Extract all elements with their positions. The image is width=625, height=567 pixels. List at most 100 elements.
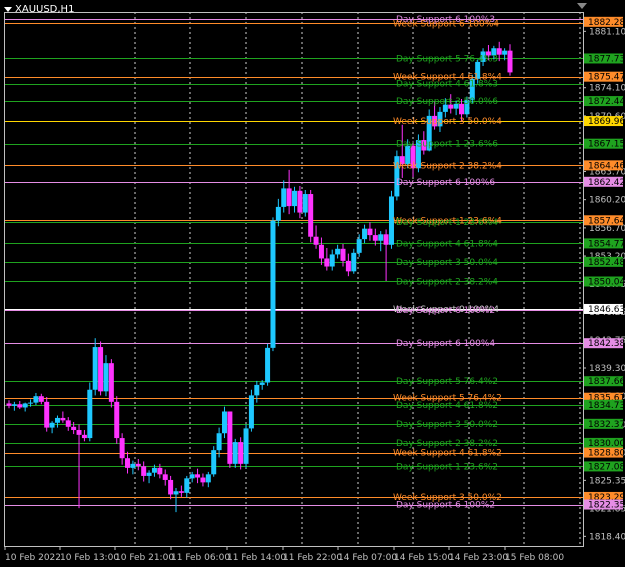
candle[interactable] — [135, 459, 141, 471]
candle[interactable] — [362, 224, 368, 244]
candle[interactable] — [49, 421, 55, 434]
candle-body[interactable] — [28, 402, 34, 404]
candle-body[interactable] — [200, 477, 206, 483]
candle[interactable] — [324, 247, 330, 271]
candle-body[interactable] — [297, 190, 303, 213]
candle[interactable] — [254, 380, 260, 403]
candle[interactable] — [11, 401, 17, 411]
candle-body[interactable] — [81, 434, 87, 439]
candle[interactable] — [227, 411, 233, 468]
price-chart[interactable]: Day Support 6 100%3Week Support 6 100%4D… — [0, 0, 625, 567]
candle[interactable] — [292, 186, 298, 213]
candle[interactable] — [146, 470, 152, 484]
candle[interactable] — [38, 393, 44, 405]
candle-body[interactable] — [372, 235, 378, 241]
candle-body[interactable] — [162, 474, 168, 480]
candle-body[interactable] — [17, 404, 23, 408]
candle[interactable] — [87, 382, 93, 442]
candle-body[interactable] — [356, 239, 362, 253]
candle[interactable] — [378, 231, 384, 252]
candle-body[interactable] — [11, 404, 17, 406]
candle-body[interactable] — [351, 252, 357, 272]
candle[interactable] — [108, 359, 114, 408]
candle-body[interactable] — [60, 417, 66, 421]
candle[interactable] — [71, 421, 77, 435]
candle-body[interactable] — [98, 347, 104, 392]
candle[interactable] — [248, 389, 254, 432]
candle-body[interactable] — [49, 422, 55, 428]
candle-body[interactable] — [151, 467, 157, 473]
candle-body[interactable] — [205, 474, 211, 483]
time-axis[interactable]: 10 Feb 202210 Feb 13:0010 Feb 21:0011 Fe… — [4, 546, 564, 563]
candle-body[interactable] — [54, 417, 60, 423]
candle-body[interactable] — [286, 188, 292, 207]
candle[interactable] — [33, 392, 39, 406]
candle-body[interactable] — [38, 396, 44, 402]
candle-body[interactable] — [130, 463, 136, 468]
candle[interactable] — [6, 400, 12, 409]
candle[interactable] — [238, 437, 244, 470]
candle-body[interactable] — [308, 194, 314, 237]
candle-body[interactable] — [507, 50, 513, 73]
candle-body[interactable] — [270, 220, 276, 348]
candle[interactable] — [103, 355, 109, 397]
candle-body[interactable] — [345, 260, 351, 272]
candle-body[interactable] — [87, 389, 93, 439]
candle[interactable] — [313, 225, 319, 249]
candle[interactable] — [265, 343, 271, 386]
candle-body[interactable] — [65, 420, 71, 427]
candle[interactable] — [507, 44, 513, 76]
candle-body[interactable] — [125, 458, 131, 468]
candle-body[interactable] — [119, 438, 125, 459]
candle[interactable] — [270, 217, 276, 352]
candle-body[interactable] — [76, 430, 82, 435]
candle-body[interactable] — [367, 228, 373, 236]
candle-body[interactable] — [502, 50, 508, 55]
candle[interactable] — [308, 190, 314, 243]
candle[interactable] — [394, 150, 400, 201]
candle[interactable] — [335, 244, 341, 259]
candle-body[interactable] — [114, 401, 120, 439]
candle-body[interactable] — [135, 463, 141, 467]
candle-body[interactable] — [92, 347, 98, 390]
chart-shift-triangle-icon[interactable] — [577, 3, 587, 9]
candle-body[interactable] — [6, 403, 12, 406]
candle-body[interactable] — [195, 474, 201, 478]
candle-body[interactable] — [313, 236, 319, 245]
candle[interactable] — [141, 461, 147, 482]
candle-body[interactable] — [302, 194, 308, 213]
candle-body[interactable] — [281, 188, 287, 207]
candle[interactable] — [318, 237, 324, 265]
candle-body[interactable] — [22, 403, 28, 408]
candle[interactable] — [351, 248, 357, 274]
candle[interactable] — [200, 473, 206, 487]
candle[interactable] — [243, 424, 249, 468]
candle-body[interactable] — [184, 478, 190, 493]
candle-body[interactable] — [168, 479, 174, 495]
candle[interactable] — [125, 451, 131, 474]
candle[interactable] — [119, 433, 125, 465]
candle-body[interactable] — [275, 206, 281, 221]
candle[interactable] — [281, 180, 287, 213]
candle-body[interactable] — [33, 396, 39, 403]
candle[interactable] — [114, 396, 120, 444]
candle-body[interactable] — [259, 382, 265, 385]
candle-body[interactable] — [243, 428, 249, 464]
candle-body[interactable] — [318, 244, 324, 259]
candle[interactable] — [356, 234, 362, 257]
candle[interactable] — [60, 411, 66, 423]
candle[interactable] — [98, 341, 104, 396]
candle-body[interactable] — [189, 474, 195, 479]
candle[interactable] — [286, 169, 292, 215]
candle[interactable] — [44, 396, 50, 432]
candle-body[interactable] — [248, 395, 254, 429]
candle[interactable] — [92, 338, 98, 396]
symbol-header[interactable]: XAUUSD,H1 — [4, 4, 74, 15]
candle[interactable] — [168, 475, 174, 500]
candle-body[interactable] — [238, 442, 244, 464]
candle-body[interactable] — [211, 450, 217, 475]
candle[interactable] — [205, 471, 211, 488]
candle[interactable] — [216, 427, 222, 458]
candle-body[interactable] — [71, 426, 77, 431]
candle-body[interactable] — [141, 466, 147, 476]
